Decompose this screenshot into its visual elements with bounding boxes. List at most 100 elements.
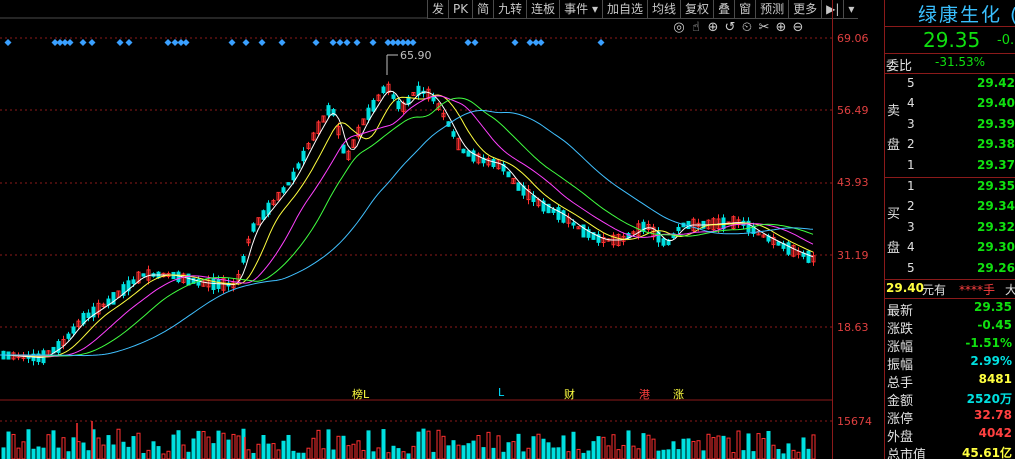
kline-chart[interactable]: 65.90 — [0, 0, 832, 459]
clock-icon[interactable]: ⏲ — [740, 20, 754, 35]
undo-icon[interactable]: ↺ — [723, 20, 737, 35]
candle-body — [241, 255, 246, 263]
volume-bar — [621, 444, 626, 459]
sell-level-row[interactable]: 2 29.38 — [885, 137, 1015, 155]
candle-body — [286, 182, 291, 186]
toolbar-item[interactable]: 预测 — [755, 0, 789, 19]
signal-diamond — [125, 39, 133, 46]
volume-bar — [656, 450, 661, 459]
zoom-in-icon[interactable]: ⊕ — [706, 20, 720, 35]
buy-level-row[interactable]: 4 29.30 — [885, 240, 1015, 258]
stat-row: 外盘 4042 — [885, 426, 1015, 445]
toolbar-item[interactable]: 事件 ▾ — [559, 0, 603, 19]
volume-bar — [111, 444, 116, 459]
volume-bar — [381, 429, 386, 459]
volume-bar — [506, 442, 511, 459]
buy-level-row[interactable]: 3 29.32 — [885, 220, 1015, 238]
candle-body — [251, 223, 256, 232]
volume-bar — [181, 444, 186, 459]
weibi-value: -31.53% — [935, 55, 986, 69]
volume-bar — [596, 436, 601, 459]
volume-bar — [391, 445, 396, 459]
toolbar-item[interactable]: 更多 — [788, 0, 822, 19]
buy-level-price: 29.26 — [977, 260, 1015, 275]
volume-bar — [66, 451, 71, 459]
volume-bar — [561, 435, 566, 459]
buy-level-row[interactable]: 1 29.35 — [885, 179, 1015, 197]
volume-bar — [586, 450, 591, 459]
buy-level-price: 29.32 — [977, 219, 1015, 234]
volume-bar — [46, 434, 51, 459]
volume-bar — [771, 444, 776, 459]
signal-cai[interactable]: 财 — [564, 386, 575, 402]
signal-diamond — [4, 39, 12, 46]
volume-bar — [511, 441, 516, 459]
sell-level-price: 29.42 — [977, 76, 1015, 90]
candle-body — [381, 86, 386, 94]
toolbar-item[interactable]: 复权 — [680, 0, 714, 19]
stat-row: 总手 8481 — [885, 372, 1015, 391]
scissors-icon[interactable]: ✂ — [757, 20, 771, 35]
volume-bar — [456, 444, 461, 459]
sell-level-number: 3 — [907, 116, 915, 131]
volume-bar — [256, 443, 261, 459]
signal-gang[interactable]: 港 — [639, 386, 650, 402]
candle-body — [786, 242, 791, 255]
volume-bar — [716, 435, 721, 459]
toolbar-item[interactable]: 简 — [472, 0, 494, 19]
candle-body — [196, 278, 201, 286]
volume-bar — [421, 428, 426, 459]
volume-bar — [86, 450, 91, 459]
volume-bar — [566, 451, 571, 459]
price-tick: 18.63 — [837, 321, 869, 334]
volume-bar — [536, 433, 541, 459]
stock-name[interactable]: 绿康生化 ( — [918, 0, 1015, 27]
toolbar-item[interactable]: 叠 — [713, 0, 735, 19]
eye-icon[interactable]: ◎ — [672, 20, 686, 35]
signal-zhang[interactable]: 涨 — [673, 386, 684, 402]
sell-level-row[interactable]: 4 29.40 — [885, 96, 1015, 114]
signal-diamond — [336, 39, 344, 46]
signal-bang-l[interactable]: 榜L — [352, 386, 369, 402]
sell-level-row[interactable]: 5 29.42 — [885, 76, 1015, 94]
toolbar-item[interactable]: 均线 — [647, 0, 681, 19]
hand-icon[interactable]: ☝ — [689, 20, 703, 35]
order-tail: 大 — [1005, 281, 1015, 298]
volume-bar — [166, 450, 171, 459]
buy-level-row[interactable]: 5 29.26 — [885, 261, 1015, 279]
stat-label: 涨幅 — [887, 340, 914, 355]
stat-label: 涨跌 — [887, 322, 914, 337]
sell-level-row[interactable]: 1 29.37 — [885, 158, 1015, 176]
toolbar-item[interactable]: PK — [448, 0, 473, 19]
sell-level-row[interactable]: 3 29.39 — [885, 117, 1015, 135]
volume-bar — [461, 445, 466, 459]
price-tick: 69.06 — [837, 32, 869, 45]
volume-bar — [206, 436, 211, 459]
volume-bar — [61, 437, 66, 459]
volume-bar — [671, 441, 676, 459]
kline-chart-area[interactable]: 65.90 发 PK 简九转 连板 事件 ▾ 加自选 均线 复权叠窗预测 更多 ▶| ▾ ◎ ☝ ⊕ ↺ ⏲… — [0, 0, 859, 459]
volume-bar — [81, 442, 86, 459]
candle-body — [341, 144, 346, 154]
volume-bar — [271, 443, 276, 459]
volume-bar — [261, 435, 266, 459]
stat-row: 金额 2520万 — [885, 390, 1015, 409]
signal-diamond — [597, 39, 605, 46]
stat-value: 45.61亿 — [962, 446, 1012, 459]
sell-level-number: 4 — [907, 96, 915, 111]
toolbar-item[interactable]: 连板 — [526, 0, 560, 19]
zoom-plus-icon[interactable]: ⊕ — [774, 20, 788, 35]
toolbar-item[interactable]: 加自选 — [602, 0, 648, 19]
volume-bar — [291, 450, 296, 459]
zoom-minus-icon[interactable]: ⊖ — [791, 20, 805, 35]
toolbar-item[interactable]: 窗 — [734, 0, 756, 19]
toolbar-item[interactable]: 发 — [427, 0, 449, 19]
toolbar-item[interactable]: 九转 — [493, 0, 527, 19]
volume-bar — [56, 447, 61, 459]
stat-value: -0.45 — [977, 318, 1012, 332]
peak-label: 65.90 — [400, 49, 432, 62]
buy-level-row[interactable]: 2 29.34 — [885, 199, 1015, 217]
volume-bar — [396, 448, 401, 459]
signal-l[interactable]: L — [498, 386, 504, 399]
volume-bar — [696, 440, 701, 459]
